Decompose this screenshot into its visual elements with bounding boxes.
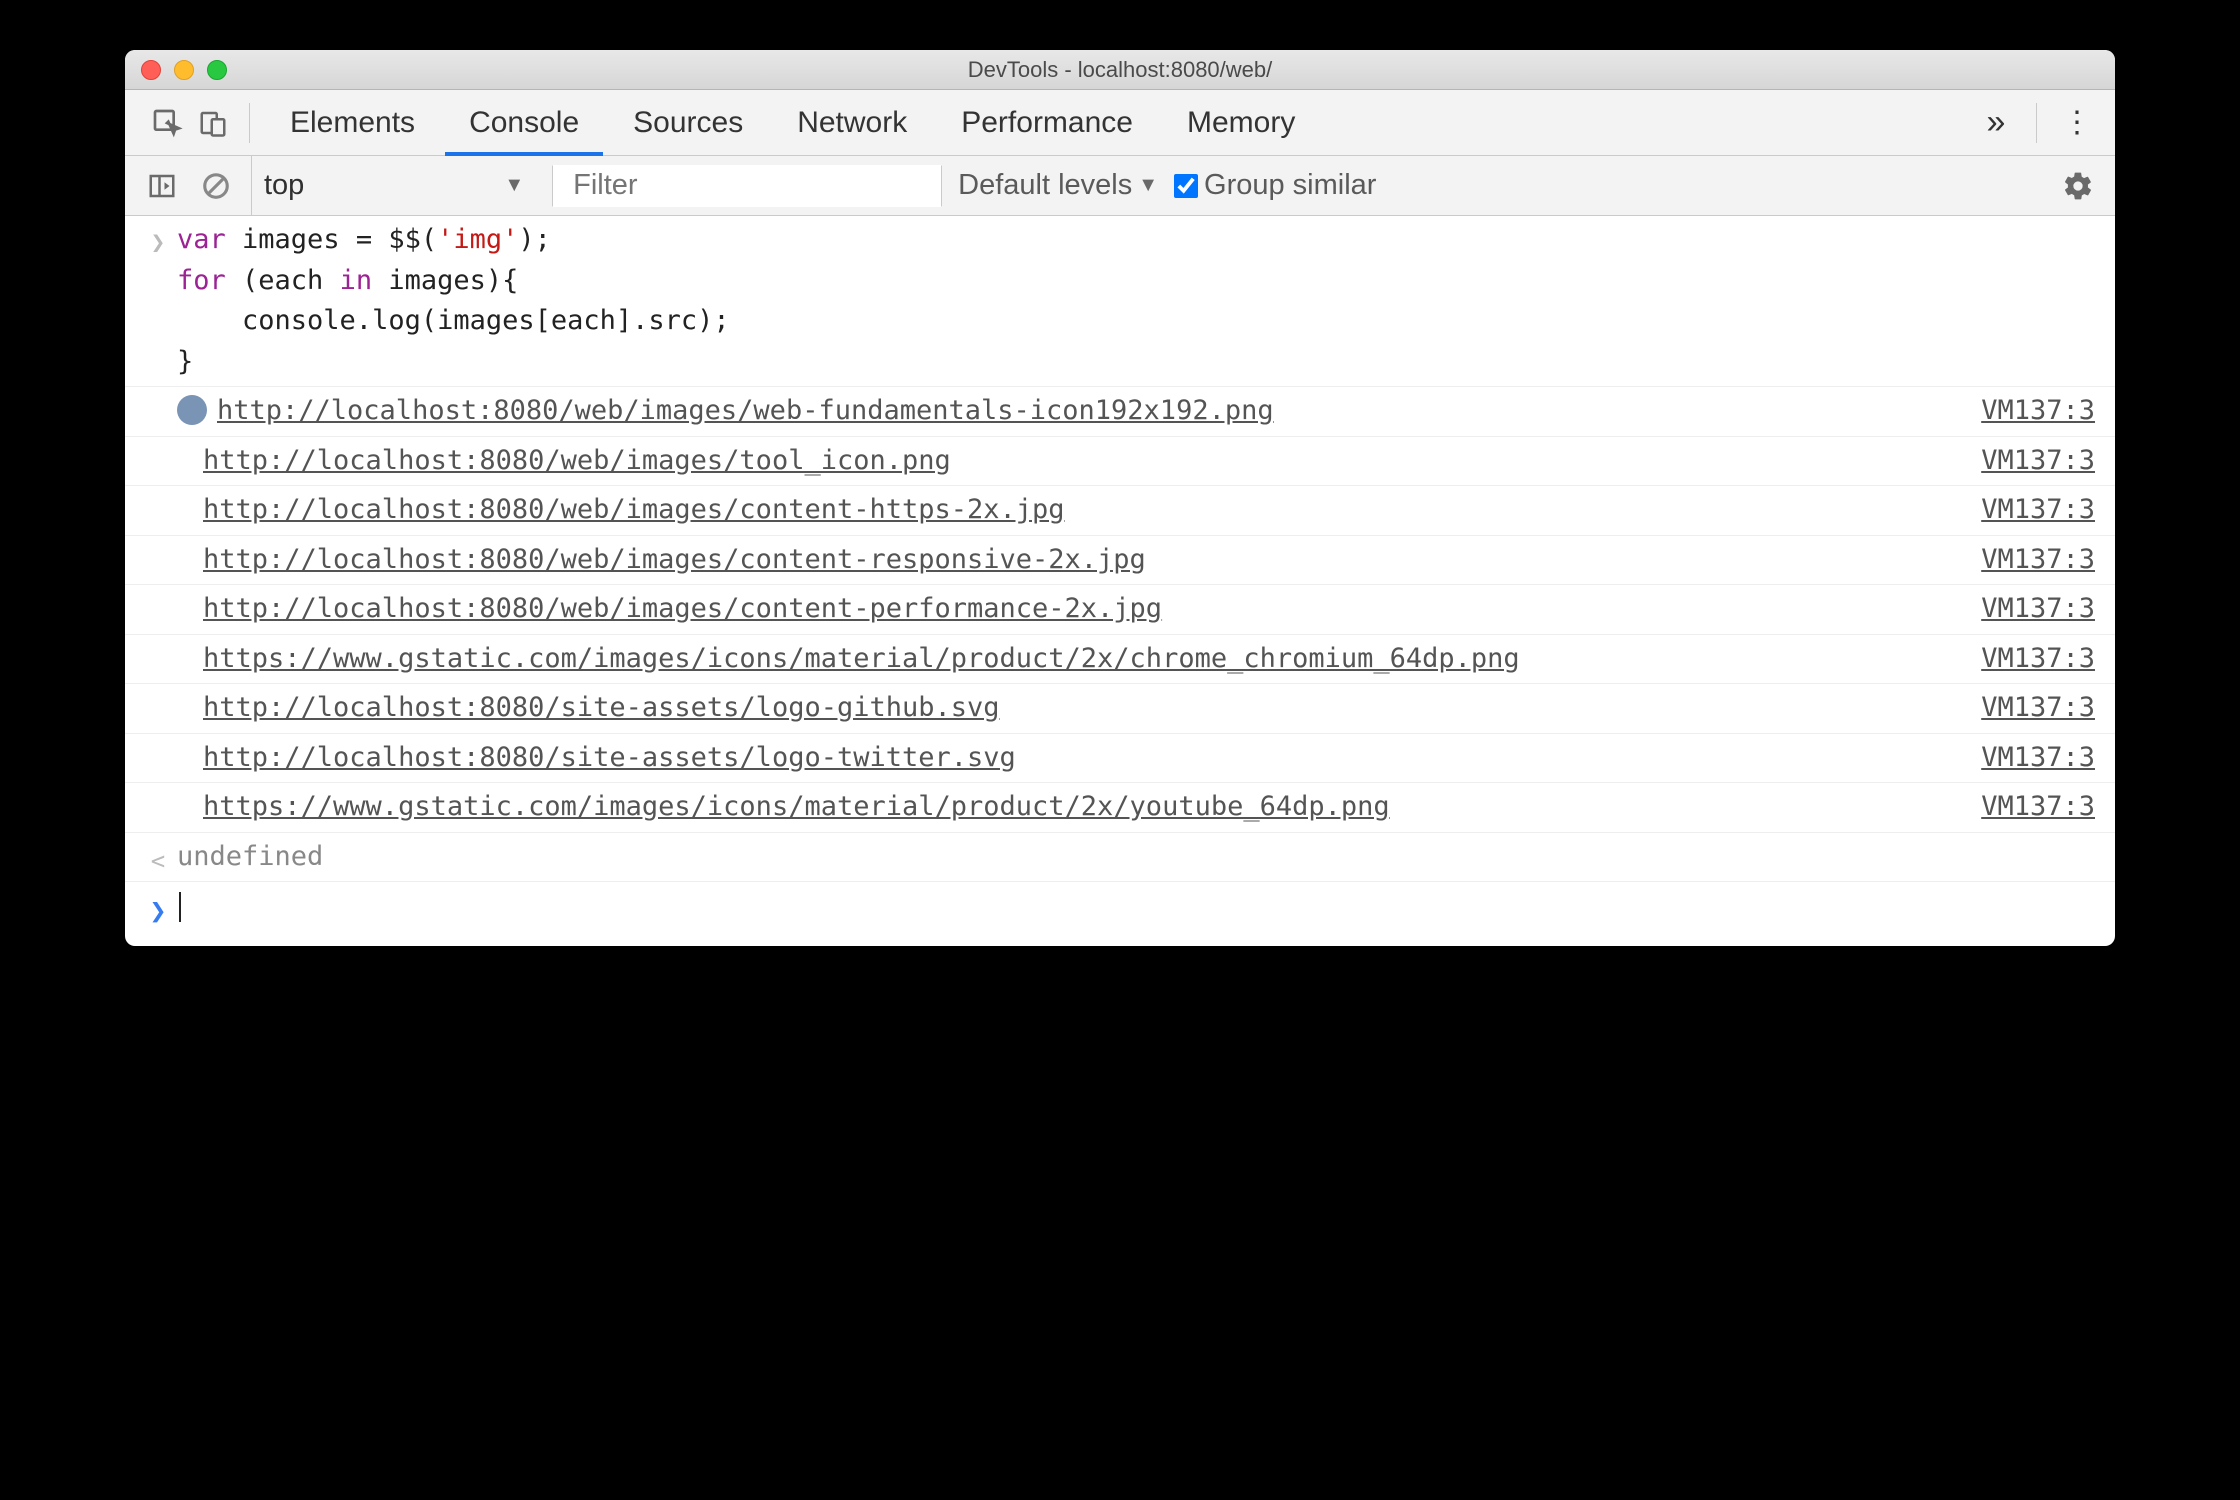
group-similar-label: Group similar (1204, 169, 1376, 202)
console-log-row: 2 http://localhost:8080/web/images/web-fu… (125, 387, 2115, 437)
log-url-link[interactable]: https://www.gstatic.com/images/icons/mat… (203, 791, 1390, 822)
tab-sources[interactable]: Sources (609, 90, 767, 156)
console-body: ❯ var images = $$('img'); for (each in i… (125, 216, 2115, 946)
minimize-icon[interactable] (174, 60, 194, 80)
log-gutter (139, 540, 177, 581)
chevron-down-icon: ▼ (1138, 174, 1158, 197)
prompt-caret-icon: ❯ (139, 886, 177, 932)
context-label: top (264, 169, 304, 202)
log-source-link[interactable]: VM137:3 (1981, 688, 2095, 729)
result-value: undefined (177, 837, 2095, 878)
log-content: http://localhost:8080/site-assets/logo-t… (177, 738, 1963, 779)
log-url-link[interactable]: http://localhost:8080/web/images/content… (203, 593, 1162, 624)
log-source-link[interactable]: VM137:3 (1981, 540, 2095, 581)
log-url-link[interactable]: http://localhost:8080/web/images/content… (203, 544, 1146, 575)
log-levels-selector[interactable]: Default levels ▼ (958, 169, 1158, 202)
console-log-row: https://www.gstatic.com/images/icons/mat… (125, 635, 2115, 685)
console-filterbar: top ▼ Default levels ▼ Group similar (125, 156, 2115, 216)
log-gutter (139, 688, 177, 729)
log-content: http://localhost:8080/web/images/content… (177, 589, 1963, 630)
inspect-icon[interactable] (147, 103, 187, 143)
log-gutter (139, 639, 177, 680)
console-log-row: https://www.gstatic.com/images/icons/mat… (125, 783, 2115, 833)
log-source-link[interactable]: VM137:3 (1981, 391, 2095, 432)
log-source-link[interactable]: VM137:3 (1981, 589, 2095, 630)
devtools-window: DevTools - localhost:8080/web/ Elements … (125, 50, 2115, 946)
log-gutter (139, 441, 177, 482)
log-source-link[interactable]: VM137:3 (1981, 441, 2095, 482)
tab-elements[interactable]: Elements (266, 90, 439, 156)
separator (2036, 103, 2037, 143)
more-tabs-icon[interactable]: » (1976, 103, 2016, 143)
log-source-link[interactable]: VM137:3 (1981, 639, 2095, 680)
log-gutter (139, 490, 177, 531)
context-selector[interactable]: top ▼ (251, 156, 536, 215)
log-content: http://localhost:8080/web/images/tool_ic… (177, 441, 1963, 482)
log-gutter (139, 589, 177, 630)
log-content: http://localhost:8080/web/images/content… (177, 540, 1963, 581)
gear-icon[interactable] (2059, 167, 2097, 205)
log-url-link[interactable]: http://localhost:8080/site-assets/logo-t… (203, 742, 1016, 773)
log-url-link[interactable]: http://localhost:8080/web/images/content… (203, 494, 1065, 525)
toolbar-right: » ⋮ (1976, 103, 2097, 143)
console-log-row: http://localhost:8080/web/images/content… (125, 585, 2115, 635)
log-gutter (139, 787, 177, 828)
group-similar-toggle[interactable]: Group similar (1174, 169, 1376, 202)
console-log-row: http://localhost:8080/web/images/content… (125, 536, 2115, 586)
titlebar: DevTools - localhost:8080/web/ (125, 50, 2115, 90)
group-similar-checkbox[interactable] (1174, 174, 1198, 198)
log-source-link[interactable]: VM137:3 (1981, 787, 2095, 828)
console-log-row: http://localhost:8080/site-assets/logo-t… (125, 734, 2115, 784)
input-caret-icon: ❯ (139, 220, 177, 382)
close-icon[interactable] (141, 60, 161, 80)
log-source-link[interactable]: VM137:3 (1981, 490, 2095, 531)
log-content: http://localhost:8080/site-assets/logo-g… (177, 688, 1963, 729)
filter-input[interactable] (552, 165, 942, 207)
console-log-row: http://localhost:8080/web/images/tool_ic… (125, 437, 2115, 487)
log-gutter (139, 738, 177, 779)
tab-console[interactable]: Console (445, 90, 603, 156)
console-log-row: http://localhost:8080/site-assets/logo-g… (125, 684, 2115, 734)
log-url-link[interactable]: http://localhost:8080/web/images/web-fun… (217, 395, 1274, 426)
log-content: 2http://localhost:8080/web/images/web-fu… (217, 391, 1963, 432)
console-input-row: ❯ var images = $$('img'); for (each in i… (125, 216, 2115, 387)
log-url-link[interactable]: https://www.gstatic.com/images/icons/mat… (203, 643, 1520, 674)
window-controls (141, 60, 227, 80)
console-input-code[interactable]: var images = $$('img'); for (each in ima… (177, 220, 2095, 382)
device-toggle-icon[interactable] (193, 103, 233, 143)
console-prompt[interactable] (177, 886, 2095, 932)
tab-performance[interactable]: Performance (937, 90, 1157, 156)
output-caret-icon: < (139, 839, 177, 880)
main-toolbar: Elements Console Sources Network Perform… (125, 90, 2115, 156)
log-url-link[interactable]: http://localhost:8080/site-assets/logo-g… (203, 692, 1000, 723)
sidebar-toggle-icon[interactable] (143, 167, 181, 205)
clear-console-icon[interactable] (197, 167, 235, 205)
log-content: https://www.gstatic.com/images/icons/mat… (177, 787, 1963, 828)
log-content: http://localhost:8080/web/images/content… (177, 490, 1963, 531)
console-prompt-row[interactable]: ❯ (125, 882, 2115, 946)
log-url-link[interactable]: http://localhost:8080/web/images/tool_ic… (203, 445, 951, 476)
kebab-menu-icon[interactable]: ⋮ (2057, 103, 2097, 143)
chevron-down-icon: ▼ (504, 174, 524, 197)
log-source-link[interactable]: VM137:3 (1981, 738, 2095, 779)
console-log-row: http://localhost:8080/web/images/content… (125, 486, 2115, 536)
levels-label: Default levels (958, 169, 1132, 202)
tab-memory[interactable]: Memory (1163, 90, 1319, 156)
tab-network[interactable]: Network (773, 90, 931, 156)
repeat-count-badge: 2 (177, 395, 207, 425)
zoom-icon[interactable] (207, 60, 227, 80)
separator (249, 103, 250, 143)
console-result-row: < undefined (125, 833, 2115, 883)
log-content: https://www.gstatic.com/images/icons/mat… (177, 639, 1963, 680)
window-title: DevTools - localhost:8080/web/ (125, 57, 2115, 83)
